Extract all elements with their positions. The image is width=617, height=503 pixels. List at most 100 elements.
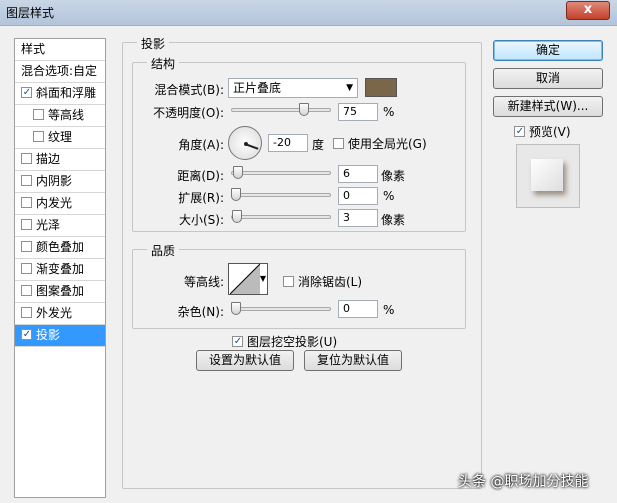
style-list-checkbox[interactable] xyxy=(21,285,32,296)
opacity-unit: % xyxy=(383,105,395,119)
antialias-check[interactable] xyxy=(283,276,294,287)
contour-label: 等高线: xyxy=(183,275,224,289)
spread-slider-track xyxy=(231,193,331,197)
style-list-item-label: 图案叠加 xyxy=(36,284,85,298)
style-list-item-label: 光泽 xyxy=(36,218,61,232)
structure-title: 结构 xyxy=(147,55,180,72)
style-list-item-label: 等高线 xyxy=(48,108,85,122)
style-list-checkbox[interactable] xyxy=(21,329,32,340)
knockout-checkbox[interactable]: 图层挖空投影(U) xyxy=(232,333,337,350)
style-list-checkbox[interactable] xyxy=(21,87,32,98)
style-list-checkbox[interactable] xyxy=(21,307,32,318)
style-list-item[interactable]: 纹理 xyxy=(15,127,105,149)
angle-dial[interactable] xyxy=(228,126,262,160)
angle-label: 角度(A): xyxy=(178,138,224,152)
close-button[interactable]: x xyxy=(566,1,610,20)
shadow-color-swatch[interactable] xyxy=(365,78,397,97)
style-list-item-label: 内阴影 xyxy=(36,174,73,188)
spread-input[interactable]: 0 xyxy=(338,187,378,205)
distance-label: 距离(D): xyxy=(177,169,224,183)
size-slider-track xyxy=(231,215,331,219)
style-list-header: 样式 xyxy=(15,39,105,61)
size-unit: 像素 xyxy=(381,213,406,227)
blend-options-item[interactable]: 混合选项:自定 xyxy=(15,61,105,83)
noise-slider[interactable] xyxy=(231,301,331,317)
style-list-item[interactable]: 颜色叠加 xyxy=(15,237,105,259)
distance-slider[interactable] xyxy=(231,165,331,181)
style-list-item-label: 内发光 xyxy=(36,196,73,210)
angle-dial-center xyxy=(244,142,248,146)
antialias-label: 消除锯齿(L) xyxy=(298,275,363,289)
style-list-checkbox[interactable] xyxy=(33,131,44,142)
style-list-item-label: 斜面和浮雕 xyxy=(36,86,97,100)
blend-mode-label: 混合模式(B): xyxy=(154,83,224,97)
preview-checkbox[interactable]: 预览(V) xyxy=(514,123,571,140)
style-list-item[interactable]: 光泽 xyxy=(15,215,105,237)
noise-slider-thumb[interactable] xyxy=(231,302,241,315)
preview-label: 预览(V) xyxy=(529,125,571,139)
size-slider-thumb[interactable] xyxy=(232,210,242,223)
angle-input[interactable]: -20 xyxy=(268,134,308,152)
style-list-checkbox[interactable] xyxy=(21,263,32,274)
style-list-item[interactable]: 外发光 xyxy=(15,303,105,325)
contour-picker[interactable]: ▼ xyxy=(228,263,268,295)
size-input[interactable]: 3 xyxy=(338,209,378,227)
style-list-checkbox[interactable] xyxy=(21,153,32,164)
opacity-slider-track xyxy=(231,108,331,112)
ok-button[interactable]: 确定 xyxy=(493,40,603,61)
opacity-slider-thumb[interactable] xyxy=(299,103,309,116)
style-list-item-label: 纹理 xyxy=(48,130,73,144)
style-list-item[interactable]: 内发光 xyxy=(15,193,105,215)
window-title: 图层样式 xyxy=(6,6,55,20)
watermark-text: 头条 @职场加分技能 xyxy=(458,474,589,490)
global-light-check[interactable] xyxy=(333,138,344,149)
opacity-slider[interactable] xyxy=(231,102,331,118)
contour-curve-icon xyxy=(230,264,260,294)
style-list-checkbox[interactable] xyxy=(21,175,32,186)
style-list-item-label: 渐变叠加 xyxy=(36,262,85,276)
size-slider[interactable] xyxy=(231,209,331,225)
quality-title: 品质 xyxy=(147,242,180,259)
noise-input[interactable]: 0 xyxy=(338,300,378,318)
style-list-item[interactable]: 内阴影 xyxy=(15,171,105,193)
style-list-item[interactable]: 等高线 xyxy=(15,105,105,127)
reset-default-button[interactable]: 复位为默认值 xyxy=(304,350,402,371)
style-list-checkbox[interactable] xyxy=(21,241,32,252)
spread-slider-thumb[interactable] xyxy=(231,188,241,201)
distance-slider-track xyxy=(231,171,331,175)
style-list-item-label: 外发光 xyxy=(36,306,73,320)
distance-input[interactable]: 6 xyxy=(338,165,378,183)
distance-slider-thumb[interactable] xyxy=(233,166,243,179)
style-list-item-label: 颜色叠加 xyxy=(36,240,85,254)
style-list-item-label: 投影 xyxy=(36,328,61,342)
style-list-checkbox[interactable] xyxy=(21,197,32,208)
spread-slider[interactable] xyxy=(231,187,331,203)
noise-unit: % xyxy=(383,303,395,317)
knockout-check[interactable] xyxy=(232,336,243,347)
blend-mode-select[interactable]: 正片叠底 ▼ xyxy=(228,78,358,98)
style-list-checkbox[interactable] xyxy=(21,219,32,230)
spread-unit: % xyxy=(383,189,395,203)
spread-label: 扩展(R): xyxy=(178,191,224,205)
global-light-label: 使用全局光(G) xyxy=(348,137,427,151)
style-list-checkbox[interactable] xyxy=(33,109,44,120)
new-style-button[interactable]: 新建样式(W)... xyxy=(493,96,603,117)
chevron-down-icon: ▼ xyxy=(346,83,353,93)
style-list-item[interactable]: 图案叠加 xyxy=(15,281,105,303)
opacity-input[interactable]: 75 xyxy=(338,103,378,121)
style-list-item[interactable]: 斜面和浮雕 xyxy=(15,83,105,105)
noise-slider-track xyxy=(231,307,331,311)
make-default-button[interactable]: 设置为默认值 xyxy=(196,350,294,371)
style-list: 样式 混合选项:自定 斜面和浮雕等高线纹理描边内阴影内发光光泽颜色叠加渐变叠加图… xyxy=(14,38,106,498)
style-list-item[interactable]: 渐变叠加 xyxy=(15,259,105,281)
style-preview-thumbnail xyxy=(516,144,580,208)
blend-mode-value: 正片叠底 xyxy=(233,81,282,95)
style-list-item[interactable]: 描边 xyxy=(15,149,105,171)
style-list-item[interactable]: 投影 xyxy=(15,325,105,347)
knockout-label: 图层挖空投影(U) xyxy=(247,335,338,349)
global-light-checkbox[interactable]: 使用全局光(G) xyxy=(333,135,427,152)
noise-label: 杂色(N): xyxy=(177,305,224,319)
cancel-button[interactable]: 取消 xyxy=(493,68,603,89)
antialias-checkbox[interactable]: 消除锯齿(L) xyxy=(283,273,362,290)
preview-check[interactable] xyxy=(514,126,525,137)
